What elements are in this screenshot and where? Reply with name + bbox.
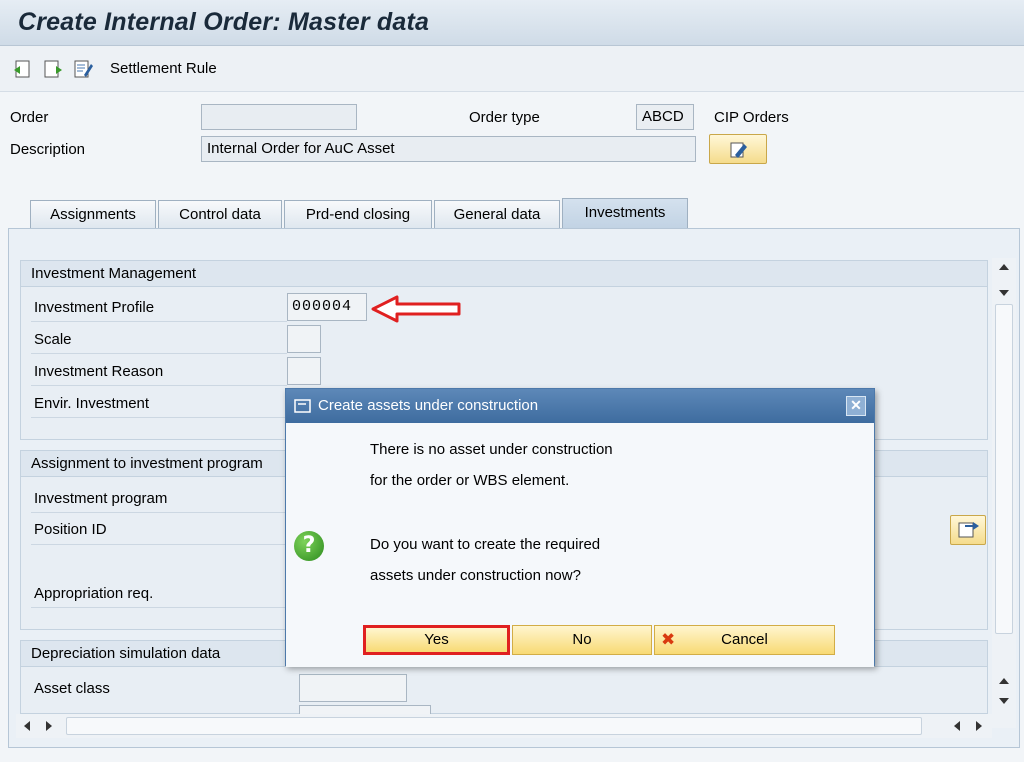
scroll-thumb[interactable] xyxy=(66,717,922,735)
title-bar: Create Internal Order: Master data xyxy=(0,0,1024,46)
cancel-icon: ✖ xyxy=(661,630,676,650)
tab-prd-end-closing[interactable]: Prd-end closing xyxy=(284,200,432,228)
tab-control-data[interactable]: Control data xyxy=(158,200,282,228)
order-header: Order Order type ABCD CIP Orders Descrip… xyxy=(0,92,1024,202)
scale-field[interactable] xyxy=(287,325,321,353)
tab-strip: Assignments Control data Prd-end closing… xyxy=(0,198,1024,228)
order-label: Order xyxy=(10,109,49,126)
asset-class-label: Asset class xyxy=(34,680,110,697)
long-text-edit-button[interactable] xyxy=(709,134,767,164)
investment-reason-label: Investment Reason xyxy=(34,363,164,380)
dialog-window-icon xyxy=(294,399,311,413)
order-type-text: CIP Orders xyxy=(714,109,789,126)
pencil-icon xyxy=(730,142,747,158)
forward-doc-icon[interactable] xyxy=(42,58,64,80)
dialog-title-bar: Create assets under construction ✕ xyxy=(286,389,874,423)
investment-reason-field[interactable] xyxy=(287,357,321,385)
position-navigate-button[interactable] xyxy=(950,515,986,545)
description-label: Description xyxy=(10,141,86,158)
vertical-scrollbar[interactable] xyxy=(992,258,1016,728)
scroll-left-icon[interactable] xyxy=(954,721,960,731)
scroll-left-icon[interactable] xyxy=(24,721,30,731)
investment-profile-label: Investment Profile xyxy=(34,299,155,316)
question-icon: ? xyxy=(294,531,324,561)
cancel-button[interactable]: ✖ Cancel xyxy=(654,625,835,655)
scroll-up-icon[interactable] xyxy=(999,678,1009,684)
appropriation-req-label: Appropriation req. xyxy=(34,585,154,602)
scroll-down-icon[interactable] xyxy=(999,290,1009,296)
back-doc-icon[interactable] xyxy=(12,58,34,80)
dialog-message-line2: for the order or WBS element. xyxy=(370,472,570,489)
scroll-up-icon[interactable] xyxy=(999,264,1009,270)
dialog-message-line3: Do you want to create the required xyxy=(370,536,601,553)
create-auc-dialog: Create assets under construction ✕ There… xyxy=(285,388,875,667)
scroll-right-icon[interactable] xyxy=(976,721,982,731)
description-field[interactable]: Internal Order for AuC Asset xyxy=(201,136,696,162)
doc-arrow-icon xyxy=(958,522,979,538)
order-type-field[interactable]: ABCD xyxy=(636,104,694,130)
tab-general-data[interactable]: General data xyxy=(434,200,560,228)
tab-assignments[interactable]: Assignments xyxy=(30,200,156,228)
scroll-down-icon[interactable] xyxy=(999,698,1009,704)
investment-profile-field[interactable]: 000004 xyxy=(287,293,367,321)
dialog-title: Create assets under construction xyxy=(318,397,539,414)
red-arrow-annotation xyxy=(371,295,461,323)
horizontal-scrollbar-right[interactable] xyxy=(944,714,992,738)
scroll-thumb[interactable] xyxy=(995,304,1013,634)
asset-class-field[interactable] xyxy=(299,674,407,702)
position-id-label: Position ID xyxy=(34,521,107,538)
close-icon[interactable]: ✕ xyxy=(846,396,866,416)
investment-program-label: Investment program xyxy=(34,490,168,507)
envir-investment-label: Envir. Investment xyxy=(34,395,150,412)
order-type-label: Order type xyxy=(469,109,540,126)
dialog-message-line4: assets under construction now? xyxy=(370,567,581,584)
scale-label: Scale xyxy=(34,331,72,348)
no-button[interactable]: No xyxy=(512,625,652,655)
horizontal-scrollbar[interactable] xyxy=(16,714,992,738)
scroll-right-icon[interactable] xyxy=(46,721,52,731)
page-title: Create Internal Order: Master data xyxy=(18,8,430,36)
toolbar: Settlement Rule xyxy=(0,46,1024,92)
order-field[interactable] xyxy=(201,104,357,130)
edit-list-icon[interactable] xyxy=(72,58,94,80)
tab-investments[interactable]: Investments xyxy=(562,198,688,228)
settlement-rule-button[interactable]: Settlement Rule xyxy=(110,60,217,77)
dialog-message-line1: There is no asset under construction xyxy=(370,441,613,458)
cancel-label: Cancel xyxy=(721,631,768,648)
group-title: Investment Management xyxy=(21,261,987,287)
yes-button[interactable]: Yes xyxy=(363,625,510,655)
